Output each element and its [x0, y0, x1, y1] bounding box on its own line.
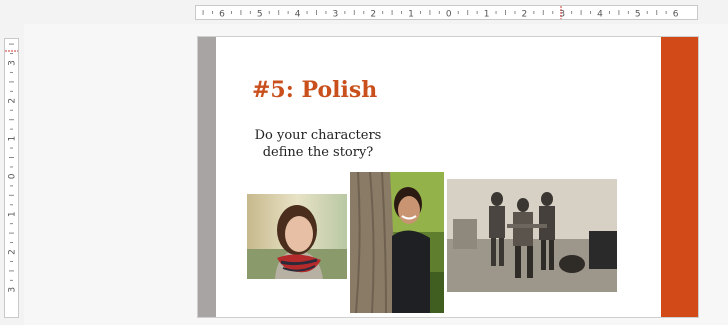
- slide-gray-side-bar: [198, 37, 216, 317]
- ruler-label: 2: [522, 10, 528, 20]
- ruler-label: 3: [8, 287, 18, 293]
- ruler-label: 3: [333, 10, 339, 20]
- ruler-label: 0: [8, 173, 18, 179]
- ruler-label: 6: [673, 10, 679, 20]
- ruler-label: 1: [484, 10, 490, 20]
- ruler-label: 1: [8, 136, 18, 142]
- slide-orange-side-bar: [661, 37, 698, 317]
- slide[interactable]: #5: Polish Do your characters define the…: [197, 36, 699, 318]
- ruler-label: 3: [8, 60, 18, 66]
- slide-title[interactable]: #5: Polish: [252, 77, 377, 103]
- ruler-label: 2: [8, 249, 18, 255]
- ruler-label: 2: [370, 10, 376, 20]
- horizontal-ruler[interactable]: 6 5 4 3 2 1 0 1 2 3 4 5 6: [195, 5, 698, 20]
- ruler-label: 5: [635, 10, 641, 20]
- woman-portrait-photo[interactable]: [247, 194, 347, 279]
- street-musicians-photo[interactable]: [447, 179, 617, 292]
- body-line-1: Do your characters: [254, 128, 382, 143]
- ruler-label: 1: [8, 211, 18, 217]
- ruler-label: 3: [559, 10, 565, 20]
- man-behind-tree-photo[interactable]: [350, 172, 444, 313]
- ruler-label: 4: [295, 10, 301, 20]
- ruler-label: 4: [597, 10, 603, 20]
- vertical-ruler-ticks: 3 2 1 0 1 2 3: [5, 43, 18, 293]
- ruler-label: 2: [8, 98, 18, 104]
- vertical-ruler[interactable]: 3 2 1 0 1 2 3: [4, 38, 19, 318]
- horizontal-ruler-ticks: 6 5 4 3 2 1 0 1 2 3 4 5 6: [202, 6, 679, 20]
- ruler-label: 0: [446, 10, 452, 20]
- ruler-label: 1: [408, 10, 414, 20]
- slide-body-text[interactable]: Do your characters define the story?: [238, 127, 398, 161]
- ruler-label: 5: [257, 10, 263, 20]
- ruler-label: 6: [219, 10, 225, 20]
- body-line-2: define the story?: [262, 145, 374, 160]
